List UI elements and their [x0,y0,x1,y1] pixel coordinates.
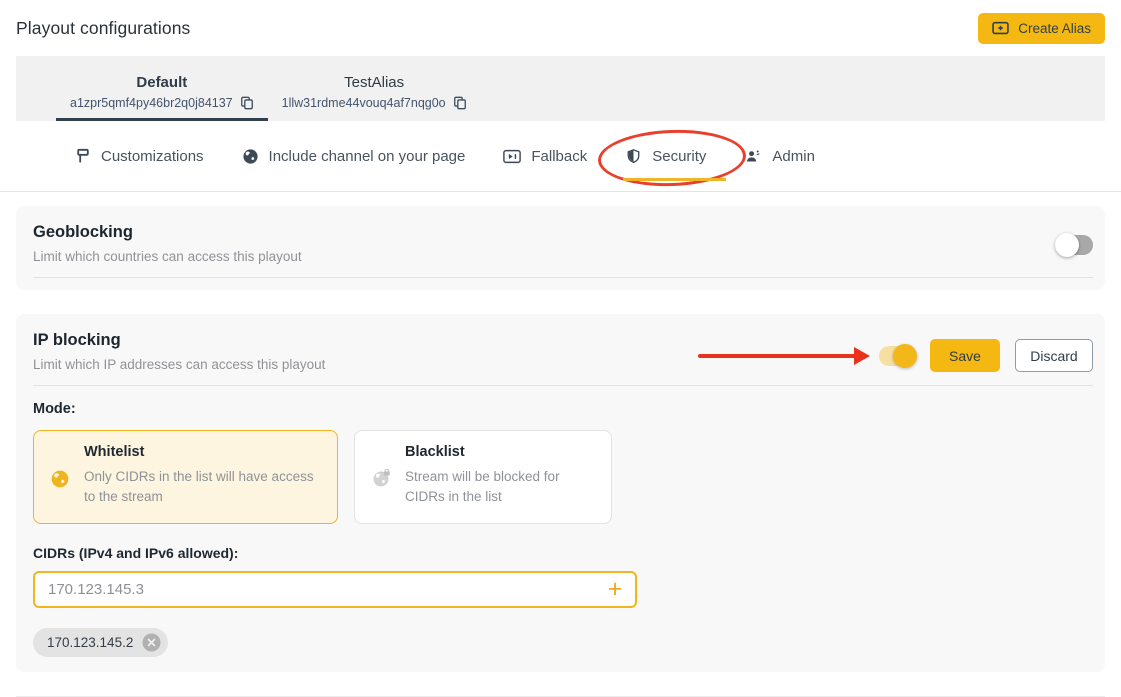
page-title: Playout configurations [16,18,190,39]
remove-cidr-icon[interactable] [142,633,161,652]
ip-blocking-section: IP blocking Limit which IP addresses can… [16,314,1105,672]
geoblocking-toggle[interactable] [1057,235,1093,255]
add-cidr-button[interactable]: + [597,574,633,604]
cidr-chip-list: 170.123.145.2 [33,628,1089,657]
tab-label: Admin [772,148,815,165]
section-nav: Customizations Include channel on your p… [0,121,1121,192]
ip-blocking-header: IP blocking Limit which IP addresses can… [33,331,1093,386]
ip-blocking-body: Mode: Whitelist Only CIDRs in the list w… [33,401,1089,657]
ip-blocking-title: IP blocking [33,331,325,350]
ip-blocking-description: Limit which IP addresses can access this… [33,357,325,372]
globe-icon [50,467,84,508]
video-monitor-icon [503,149,521,164]
tab-label: Fallback [531,148,587,165]
tab-customizations[interactable]: Customizations [75,148,204,165]
add-screen-icon [992,21,1010,36]
tab-fallback[interactable]: Fallback [503,148,587,165]
admin-person-icon [744,148,762,165]
tab-admin[interactable]: Admin [744,148,815,165]
toggle-knob [893,344,917,368]
tab-label: Customizations [101,148,204,165]
alias-name: TestAlias [344,74,404,91]
red-arrow-annotation [698,346,870,366]
shield-icon [625,148,642,165]
mode-description: Only CIDRs in the list will have access … [84,467,321,508]
save-button[interactable]: Save [930,339,1000,372]
discard-button[interactable]: Discard [1015,339,1093,372]
geoblocking-section: Geoblocking Limit which countries can ac… [16,206,1105,290]
alias-tab-bar: Default a1zpr5qmf4py46br2q0j84137 TestAl… [16,56,1105,121]
cidr-chip: 170.123.145.2 [33,628,168,657]
cidr-chip-value: 170.123.145.2 [47,635,133,650]
copy-icon[interactable] [240,96,254,110]
alias-id: 1llw31rdme44vouq4af7nqg0o [282,96,446,110]
mode-label: Mode: [33,401,1089,417]
geoblocking-description: Limit which countries can access this pl… [33,249,302,264]
cidr-input-group: + [33,571,637,608]
paint-roller-icon [75,148,91,164]
next-section-divider [16,696,1105,697]
cidr-input[interactable] [33,571,637,608]
mode-description: Stream will be blocked for CIDRs in the … [405,467,595,508]
geoblocking-header: Geoblocking Limit which countries can ac… [33,223,1093,278]
globe-lock-icon [371,467,405,508]
alias-tab-testalias[interactable]: TestAlias 1llw31rdme44vouq4af7nqg0o [268,56,481,121]
tab-include-channel[interactable]: Include channel on your page [242,148,466,165]
mode-blacklist[interactable]: Blacklist Stream will be blocked for CID… [354,430,612,524]
copy-icon[interactable] [453,96,467,110]
ip-blocking-toggle[interactable] [879,346,915,366]
create-alias-button[interactable]: Create Alias [978,13,1105,44]
alias-id: a1zpr5qmf4py46br2q0j84137 [70,96,233,110]
tab-label: Include channel on your page [269,148,466,165]
tab-label: Security [652,148,706,165]
geoblocking-title: Geoblocking [33,223,302,242]
mode-whitelist[interactable]: Whitelist Only CIDRs in the list will ha… [33,430,338,524]
toggle-knob [1055,233,1079,257]
tab-security[interactable]: Security [625,148,706,165]
cidrs-label: CIDRs (IPv4 and IPv6 allowed): [33,545,1089,561]
playout-configurations-page: Playout configurations Create Alias Defa… [0,0,1121,697]
mode-title: Whitelist [84,444,321,460]
mode-selector: Whitelist Only CIDRs in the list will ha… [33,430,1089,524]
alias-name: Default [136,74,187,91]
mode-title: Blacklist [405,444,595,460]
globe-icon [242,148,259,165]
create-alias-label: Create Alias [1018,21,1091,36]
alias-tab-default[interactable]: Default a1zpr5qmf4py46br2q0j84137 [56,56,268,121]
page-header: Playout configurations Create Alias [0,0,1121,56]
